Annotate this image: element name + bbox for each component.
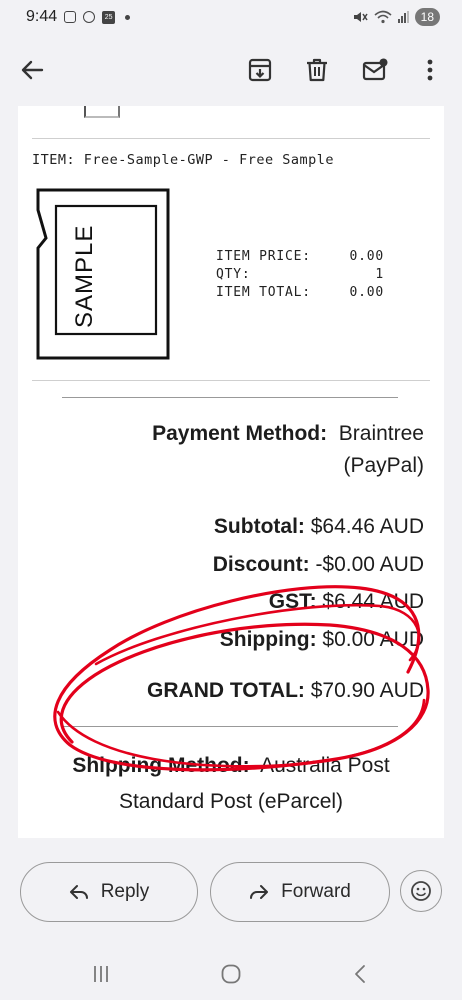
item-price-value: 0.00 (349, 249, 384, 264)
sample-label: SAMPLE (71, 225, 98, 328)
reply-button[interactable]: Reply (20, 862, 198, 922)
forward-button[interactable]: Forward (210, 862, 390, 922)
system-back-icon[interactable] (350, 963, 372, 985)
table-row: ITEM TOTAL: 0.00 (216, 284, 384, 302)
calendar-icon: 25 (102, 10, 116, 24)
status-bar: 9:44 25 18 (0, 0, 462, 34)
shipping-label: Shipping: (219, 627, 317, 651)
item-total-label: ITEM TOTAL: (216, 285, 311, 300)
wifi-icon (374, 10, 392, 24)
divider (62, 726, 398, 727)
recent-apps-icon[interactable] (90, 963, 112, 985)
divider (32, 380, 430, 381)
previous-item-image (84, 106, 120, 118)
email-toolbar (0, 34, 462, 106)
signal-icon (397, 11, 409, 23)
system-nav-bar (0, 950, 462, 1000)
notification-app-icon (83, 11, 96, 23)
status-time: 9:44 (26, 8, 58, 25)
shipping-method-value-2: Standard Post (eParcel) (118, 790, 344, 813)
gst-label: GST: (268, 590, 317, 613)
shipping-value: $0.00 AUD (322, 627, 424, 651)
discount-row: Discount: -$0.00 AUD (84, 546, 424, 584)
shipping-method-label: Shipping Method: (72, 754, 250, 777)
grand-total-value: $70.90 AUD (310, 679, 424, 702)
subtotal-value: $64.46 AUD (310, 515, 424, 538)
table-row: QTY: 1 (216, 266, 384, 284)
forward-icon (250, 885, 269, 899)
item-total-value: 0.00 (349, 285, 384, 300)
grand-total-label: GRAND TOTAL: (147, 679, 305, 702)
emoji-reaction-button[interactable] (400, 870, 442, 912)
more-vert-icon[interactable] (416, 56, 444, 84)
mark-unread-icon[interactable] (361, 56, 389, 84)
subtotal-row: Subtotal: $64.46 AUD (84, 508, 424, 546)
forward-label: Forward (281, 881, 351, 902)
table-row: ITEM PRICE: 0.00 (216, 248, 384, 266)
email-body: ITEM: Free-Sample-GWP - Free Sample SAMP… (18, 106, 444, 838)
shipping-row: Shipping: $0.00 AUD (84, 621, 424, 659)
item-price-label: ITEM PRICE: (216, 249, 311, 264)
qty-value: 1 (375, 267, 384, 282)
payment-method-value-2: (PayPal) (343, 454, 424, 477)
reply-label: Reply (100, 881, 150, 902)
divider (32, 138, 430, 139)
gst-value: $6.44 AUD (322, 590, 424, 613)
emoji-icon (411, 881, 431, 901)
qty-label: QTY: (216, 267, 251, 282)
discount-label: Discount: (212, 552, 310, 576)
gst-row: GST: $6.44 AUD (84, 583, 424, 621)
screenshot-icon (64, 11, 77, 23)
more-notifications-dot-icon (125, 14, 131, 20)
payment-method-value: Braintree (338, 422, 424, 445)
status-right: 18 (352, 8, 440, 26)
mute-icon (353, 12, 368, 22)
payment-method: Payment Method: Braintree (PayPal) (94, 418, 424, 482)
order-totals: Subtotal: $64.46 AUD Discount: -$0.00 AU… (84, 508, 424, 658)
sample-product-image: SAMPLE (36, 188, 170, 360)
item-price-table: ITEM PRICE: 0.00 QTY: 1 ITEM TOTAL: 0.00 (216, 248, 384, 302)
battery-indicator: 18 (414, 8, 440, 26)
subtotal-label: Subtotal: (213, 515, 305, 538)
payment-method-label: Payment Method: (152, 422, 328, 445)
grand-total-row: GRAND TOTAL: $70.90 AUD (84, 676, 424, 706)
archive-icon[interactable] (246, 56, 274, 84)
status-left: 9:44 25 (26, 8, 131, 26)
item-description: ITEM: Free-Sample-GWP - Free Sample (32, 152, 334, 168)
divider (62, 397, 398, 398)
home-icon[interactable] (220, 963, 242, 985)
shipping-method-value: Australia Post (260, 754, 390, 777)
discount-value: -$0.00 AUD (315, 552, 424, 576)
back-arrow-icon[interactable] (18, 56, 46, 84)
shipping-method: Shipping Method: Australia Post Standard… (32, 748, 430, 820)
trash-icon[interactable] (303, 56, 331, 84)
reply-icon (69, 885, 88, 899)
